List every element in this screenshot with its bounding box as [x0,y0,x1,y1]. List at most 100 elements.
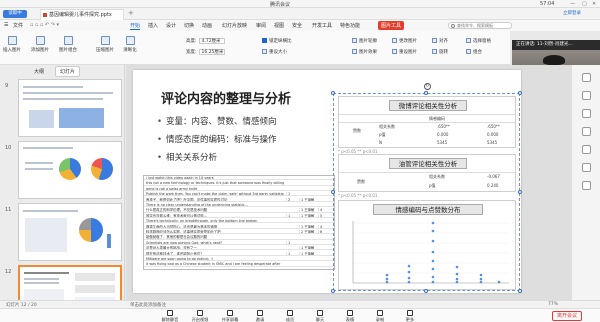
menu-design[interactable]: 设计 [166,22,176,29]
document-tab[interactable]: 基因编辑婴儿事件探究.pptx [40,9,124,20]
menu-insert[interactable]: 插入 [148,22,158,29]
zoom-level[interactable]: 77% [548,302,558,307]
picture-effect-button[interactable]: 图片效果 [352,49,377,55]
menu-review[interactable]: 审阅 [256,22,266,29]
width-field[interactable]: 宽度: 16.25厘米 [186,49,225,55]
meeting-control-2[interactable]: 共享屏幕 [218,310,242,322]
selection-frame[interactable] [331,91,522,293]
menu-home[interactable]: 开始 [130,22,141,30]
meeting-control-3[interactable]: 邀请 [248,310,272,322]
command-search-input[interactable]: 查找命令、搜索模板 [448,22,512,29]
share-icon[interactable] [582,163,591,172]
menu-slideshow[interactable]: 幻灯片放映 [222,22,247,29]
menu-developer[interactable]: 开发工具 [312,22,332,29]
menu-transition[interactable]: 切换 [184,22,194,29]
resize-handle[interactable] [424,289,428,293]
menu-view[interactable]: 视图 [274,22,284,29]
resize-handle[interactable] [518,289,522,293]
table-cell: 其实也没那么难：有技术就可以做试验… [146,213,208,218]
current-slide[interactable]: 评论内容的整理与分析 • 变量：内容、赞数、情感倾向 • 情感态度的编码：标准与操作… [133,70,522,293]
quick-access-icons[interactable]: ▫ ▫ ▫ ↶ ↷ ▾ [30,22,59,28]
table-cell: Mitigate are soon going to go extinct. ;… [146,257,214,261]
resize-handle[interactable] [331,190,335,194]
lock-ratio-checkbox[interactable]: 锁定纵横比 [262,38,292,44]
height-input[interactable]: 4.72厘米 [198,38,225,44]
slide-thumbnail[interactable] [18,79,122,137]
sign-in-button[interactable]: 立即登录 [563,10,597,18]
meeting-control-5[interactable]: 聊天 [308,310,332,322]
compress-picture-button[interactable]: 压缩图片 [95,36,115,53]
change-picture-button[interactable]: 更改图片 [392,38,417,44]
table-row: 现在有这种技术了，谁还能阻止他们？ 1 1 王菊敏 [144,251,334,256]
speaker-bar: 正在讲话: 11-刘然-肖建光... [512,40,600,50]
property-icon[interactable] [582,73,591,82]
close-icon[interactable]: ✕ [592,1,596,7]
sharpen-button[interactable]: 清晰化 [120,36,140,53]
meeting-control-7[interactable]: 录制 [368,310,392,322]
leave-meeting-button[interactable]: 离开会议 [552,311,582,321]
menu-icon[interactable]: ☰ [4,22,8,28]
slide-thumbnail-panel: 大纲 幻灯片 9 10 11 12 [0,65,125,310]
resize-handle[interactable] [331,91,335,95]
insert-picture-button[interactable]: 插入图片 [2,36,22,53]
resize-handle[interactable] [331,289,335,293]
group-button[interactable]: 组合 [466,49,482,55]
more-icon [407,310,413,316]
table-cell: 2 [286,197,298,201]
selection-pane-button[interactable]: 选择窗格 [466,38,491,44]
reset-size-button[interactable]: 重设大小 [262,49,287,55]
wps-title-bar: 读取中 基因编辑婴儿事件探究.pptx + 立即登录 [0,8,600,20]
rotate-button[interactable]: 旋转 [432,49,448,55]
reset-size-icon [262,49,267,54]
table-cell: 1 王菊敏 [299,208,317,212]
cursor-icon[interactable] [582,127,591,136]
table-cell: this not a new technology or techniques.… [146,181,284,186]
picture-outline-button[interactable]: 图片轮廓 [352,38,377,44]
menu-special[interactable]: 特色功能 [340,22,360,29]
tab-outline[interactable]: 大纲 [34,68,44,75]
align-button[interactable]: 对齐 [432,38,448,44]
menu-animation[interactable]: 动画 [202,22,212,29]
table-cell: 养孩子，就是如此了吧？在中国，这件事的实质性讨论 [146,197,228,202]
maximize-icon[interactable]: ▢ [582,1,587,7]
menu-file[interactable]: 文件 [13,22,23,29]
width-input[interactable]: 16.25厘米 [198,49,225,55]
picture-group-button[interactable]: 图片组合 [58,36,78,53]
new-tab-icon[interactable]: + [128,9,134,17]
change-picture-icon [392,38,397,43]
table-cell: 1 王菊敏 [299,213,317,217]
meeting-control-0[interactable]: 解除静音 [158,310,182,322]
meeting-control-label: 录制 [375,317,385,322]
mic-off-icon [167,310,173,316]
menu-security[interactable]: 安全 [292,22,302,29]
rotate-handle-icon[interactable]: ↻ [424,83,431,90]
meeting-control-1[interactable]: 开启视频 [188,310,212,322]
minimize-icon[interactable]: — [570,1,575,7]
comment-data-table[interactable]: i just watch this video again in 10 year… [143,175,335,270]
emoji-icon [347,310,353,316]
meeting-control-8[interactable]: 更多 [398,310,422,322]
slide-thumbnail[interactable] [18,141,122,199]
sharpen-icon [125,36,135,45]
backup-icon[interactable] [582,145,591,154]
reset-picture-button[interactable]: 重设图片 [392,49,417,55]
table-row: this not a new technology or techniques.… [144,181,334,186]
meeting-control-4[interactable]: 成员 [278,310,302,322]
help-icon[interactable] [582,181,591,190]
meeting-control-6[interactable]: 表情 [338,310,362,322]
menu-picture-tools[interactable]: 图片工具 [378,21,405,30]
resize-handle[interactable] [424,91,428,95]
record-icon [377,310,383,316]
animation-icon[interactable] [582,109,591,118]
add-picture-button[interactable]: 添加图片 [30,36,50,53]
checkbox-checked-icon [262,38,267,43]
style-icon[interactable] [582,91,591,100]
tab-slides[interactable]: 幻灯片 [55,66,81,77]
table-cell: 现在有这种技术了，谁还能阻止他们？ [146,251,204,256]
height-field[interactable]: 高度: 4.72厘米 [186,38,225,44]
resize-handle[interactable] [518,190,522,194]
right-tool-strip [571,65,600,310]
resize-handle[interactable] [518,91,522,95]
slide-number: 9 [5,83,9,89]
slide-thumbnail[interactable] [18,203,122,261]
